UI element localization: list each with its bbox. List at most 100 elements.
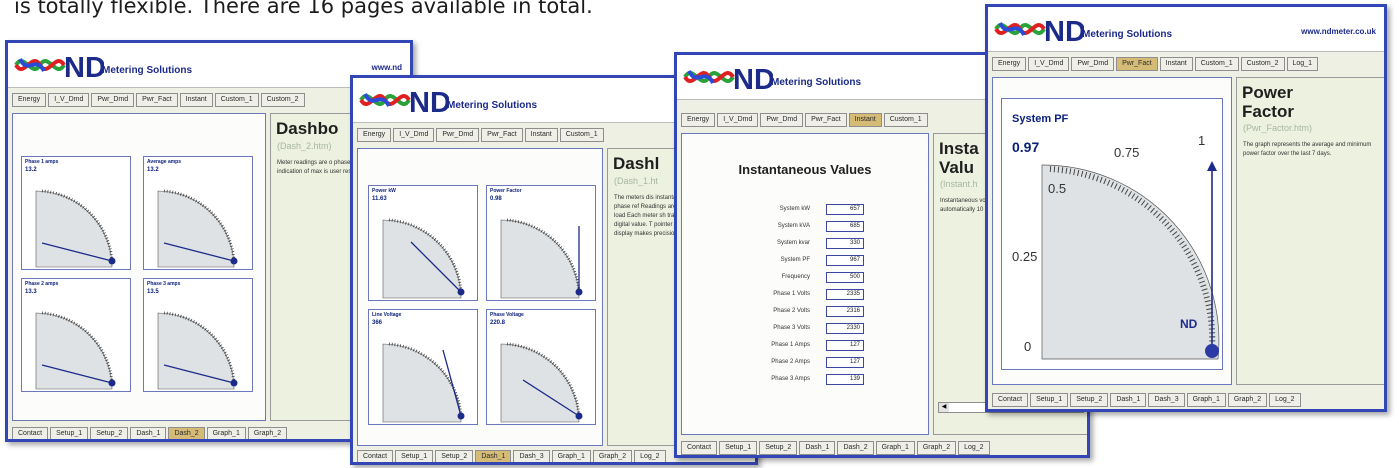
- tab-graph-1[interactable]: Graph_1: [551, 450, 591, 462]
- gauge-phase-3-amps: Phase 3 amps 13.5: [143, 278, 253, 392]
- tab-custom-1[interactable]: Custom_1: [559, 128, 604, 142]
- svg-text:ND: ND: [1044, 16, 1084, 45]
- tab-log-1[interactable]: Log_1: [1286, 57, 1318, 71]
- tab-instant[interactable]: Instant: [524, 128, 558, 142]
- svg-text:ND: ND: [409, 87, 449, 116]
- tab-i-v-dmd[interactable]: I_V_Dmd: [48, 93, 90, 107]
- tab-setup-2[interactable]: Setup_2: [759, 441, 798, 455]
- tab-pwr-fact[interactable]: Pwr_Fact: [481, 128, 523, 142]
- tab-setup-1[interactable]: Setup_1: [1030, 393, 1069, 407]
- tab-dash-3[interactable]: Dash_3: [513, 450, 550, 462]
- tab-pwr-dmd[interactable]: Pwr_Dmd: [760, 113, 804, 127]
- value-field: 330: [826, 238, 864, 249]
- tab-log-2[interactable]: Log_2: [958, 441, 990, 455]
- value-field: 139: [826, 374, 864, 385]
- tab-setup-2[interactable]: Setup_2: [1070, 393, 1109, 407]
- tab-energy[interactable]: Energy: [992, 57, 1027, 71]
- nd-mark: ND: [1180, 317, 1198, 331]
- tab-graph-1[interactable]: Graph_1: [1186, 393, 1226, 407]
- tab-pwr-dmd[interactable]: Pwr_Dmd: [1071, 57, 1115, 71]
- tab-graph-1[interactable]: Graph_1: [206, 427, 246, 439]
- tab-pwr-fact[interactable]: Pwr_Fact: [136, 93, 178, 107]
- page-description: The graph represents the average and min…: [1243, 142, 1372, 158]
- value-label: Phase 3 Volts: [773, 325, 810, 331]
- site-url: www.ndmeter.co.uk: [1301, 27, 1376, 36]
- tab-energy[interactable]: Energy: [357, 128, 392, 142]
- tab-energy[interactable]: Energy: [681, 113, 716, 127]
- tab-graph-1[interactable]: Graph_1: [875, 441, 915, 455]
- tab-setup-1[interactable]: Setup_1: [50, 427, 89, 439]
- page-title-line-2: Factor: [1242, 101, 1294, 121]
- gauge-power-factor: Power Factor 0.98: [486, 185, 596, 301]
- brand-name: Metering Solutions: [102, 65, 192, 76]
- tab-setup-2[interactable]: Setup_2: [90, 427, 129, 439]
- tab-custom-2[interactable]: Custom_2: [1240, 57, 1285, 71]
- tab-custom-1[interactable]: Custom_1: [214, 93, 259, 107]
- value-field: 967: [826, 255, 864, 266]
- tab-dash-1[interactable]: Dash_1: [1110, 393, 1147, 407]
- tab-custom-1[interactable]: Custom_1: [883, 113, 928, 127]
- tab-contact[interactable]: Contact: [12, 427, 49, 439]
- side-panel: Power Factor (Pwr_Factor.htm) The graph …: [1236, 77, 1384, 385]
- tab-dash-1[interactable]: Dash_1: [799, 441, 836, 455]
- scale-label: 0: [1024, 339, 1032, 354]
- tab-dash-2[interactable]: Dash_2: [168, 427, 205, 439]
- tab-instant[interactable]: Instant: [848, 113, 882, 127]
- tab-contact[interactable]: Contact: [357, 450, 394, 462]
- tab-contact[interactable]: Contact: [992, 393, 1029, 407]
- tab-pwr-fact[interactable]: Pwr_Fact: [805, 113, 847, 127]
- gauge-panel: Power kW 11.63 Power Factor 0.98 Line Vo…: [357, 148, 603, 446]
- tab-graph-2[interactable]: Graph_2: [592, 450, 633, 462]
- bottom-tabs: Contact Setup_1 Setup_2 Dash_1 Dash_2 Gr…: [681, 441, 992, 455]
- scroll-left-icon[interactable]: ◀: [939, 403, 949, 412]
- gauge-dial: [500, 218, 583, 299]
- tab-log-2[interactable]: Log_2: [1269, 393, 1301, 407]
- tab-pwr-dmd[interactable]: Pwr_Dmd: [436, 128, 480, 142]
- tab-log-2[interactable]: Log_2: [634, 450, 666, 462]
- gauge-phase-voltage: Phase Voltage 220.8: [486, 309, 596, 425]
- value-field: 2316: [826, 306, 864, 317]
- tab-contact[interactable]: Contact: [681, 441, 718, 455]
- tab-graph-2[interactable]: Graph_2: [1227, 393, 1268, 407]
- tab-dash-3[interactable]: Dash_3: [1148, 393, 1185, 407]
- gauge-dial: [382, 342, 465, 423]
- tab-setup-2[interactable]: Setup_2: [435, 450, 474, 462]
- nav-tabs: Energy I_V_Dmd Pwr_Dmd Pwr_Fact Instant …: [992, 57, 1320, 71]
- tab-pwr-dmd[interactable]: Pwr_Dmd: [91, 93, 135, 107]
- tab-i-v-dmd[interactable]: I_V_Dmd: [717, 113, 759, 127]
- gauge-line-voltage: Line Voltage 366: [368, 309, 478, 425]
- tab-instant[interactable]: Instant: [1159, 57, 1193, 71]
- tab-graph-2[interactable]: Graph_2: [247, 427, 288, 439]
- value-field: 127: [826, 340, 864, 351]
- tab-custom-1[interactable]: Custom_1: [1194, 57, 1239, 71]
- tab-setup-1[interactable]: Setup_1: [395, 450, 434, 462]
- window-power-factor: ND Metering Solutions www.ndmeter.co.uk …: [985, 4, 1387, 412]
- value-label: Phase 2 Amps: [771, 359, 810, 365]
- tab-i-v-dmd[interactable]: I_V_Dmd: [393, 128, 435, 142]
- tab-energy[interactable]: Energy: [12, 93, 47, 107]
- gauge-panel: Phase 1 amps 13.2 Average amps 13.2 Phas…: [12, 113, 266, 421]
- values-panel: Instantaneous Values System kW 657 System …: [681, 133, 929, 435]
- brand-name: Metering Solutions: [771, 77, 861, 88]
- tab-pwr-fact[interactable]: Pwr_Fact: [1116, 57, 1158, 71]
- scale-label: 1: [1198, 133, 1206, 148]
- tab-i-v-dmd[interactable]: I_V_Dmd: [1028, 57, 1070, 71]
- nd-logo: ND: [683, 64, 773, 93]
- tab-instant[interactable]: Instant: [179, 93, 213, 107]
- tab-custom-2[interactable]: Custom_2: [260, 93, 305, 107]
- page-filename: (Pwr_Factor.htm): [1243, 123, 1313, 134]
- gauge-panel: System PF 0.97 0 0.25 0.5 0.75 1 ND: [992, 77, 1232, 385]
- page-title: Power: [1242, 83, 1294, 102]
- tab-dash-1[interactable]: Dash_1: [475, 450, 512, 462]
- value-field: 2335: [826, 289, 864, 300]
- value-field: 127: [826, 357, 864, 368]
- tab-setup-1[interactable]: Setup_1: [719, 441, 758, 455]
- header: ND Metering Solutions www.ndmeter.co.uk: [988, 7, 1384, 52]
- tab-dash-1[interactable]: Dash_1: [130, 427, 167, 439]
- value-label: Phase 1 Volts: [773, 291, 810, 297]
- tab-graph-2[interactable]: Graph_2: [916, 441, 957, 455]
- nd-logo: ND: [359, 87, 449, 116]
- brand-name: Metering Solutions: [1082, 29, 1172, 40]
- tab-dash-2[interactable]: Dash_2: [837, 441, 874, 455]
- value-label: System PF: [780, 257, 810, 263]
